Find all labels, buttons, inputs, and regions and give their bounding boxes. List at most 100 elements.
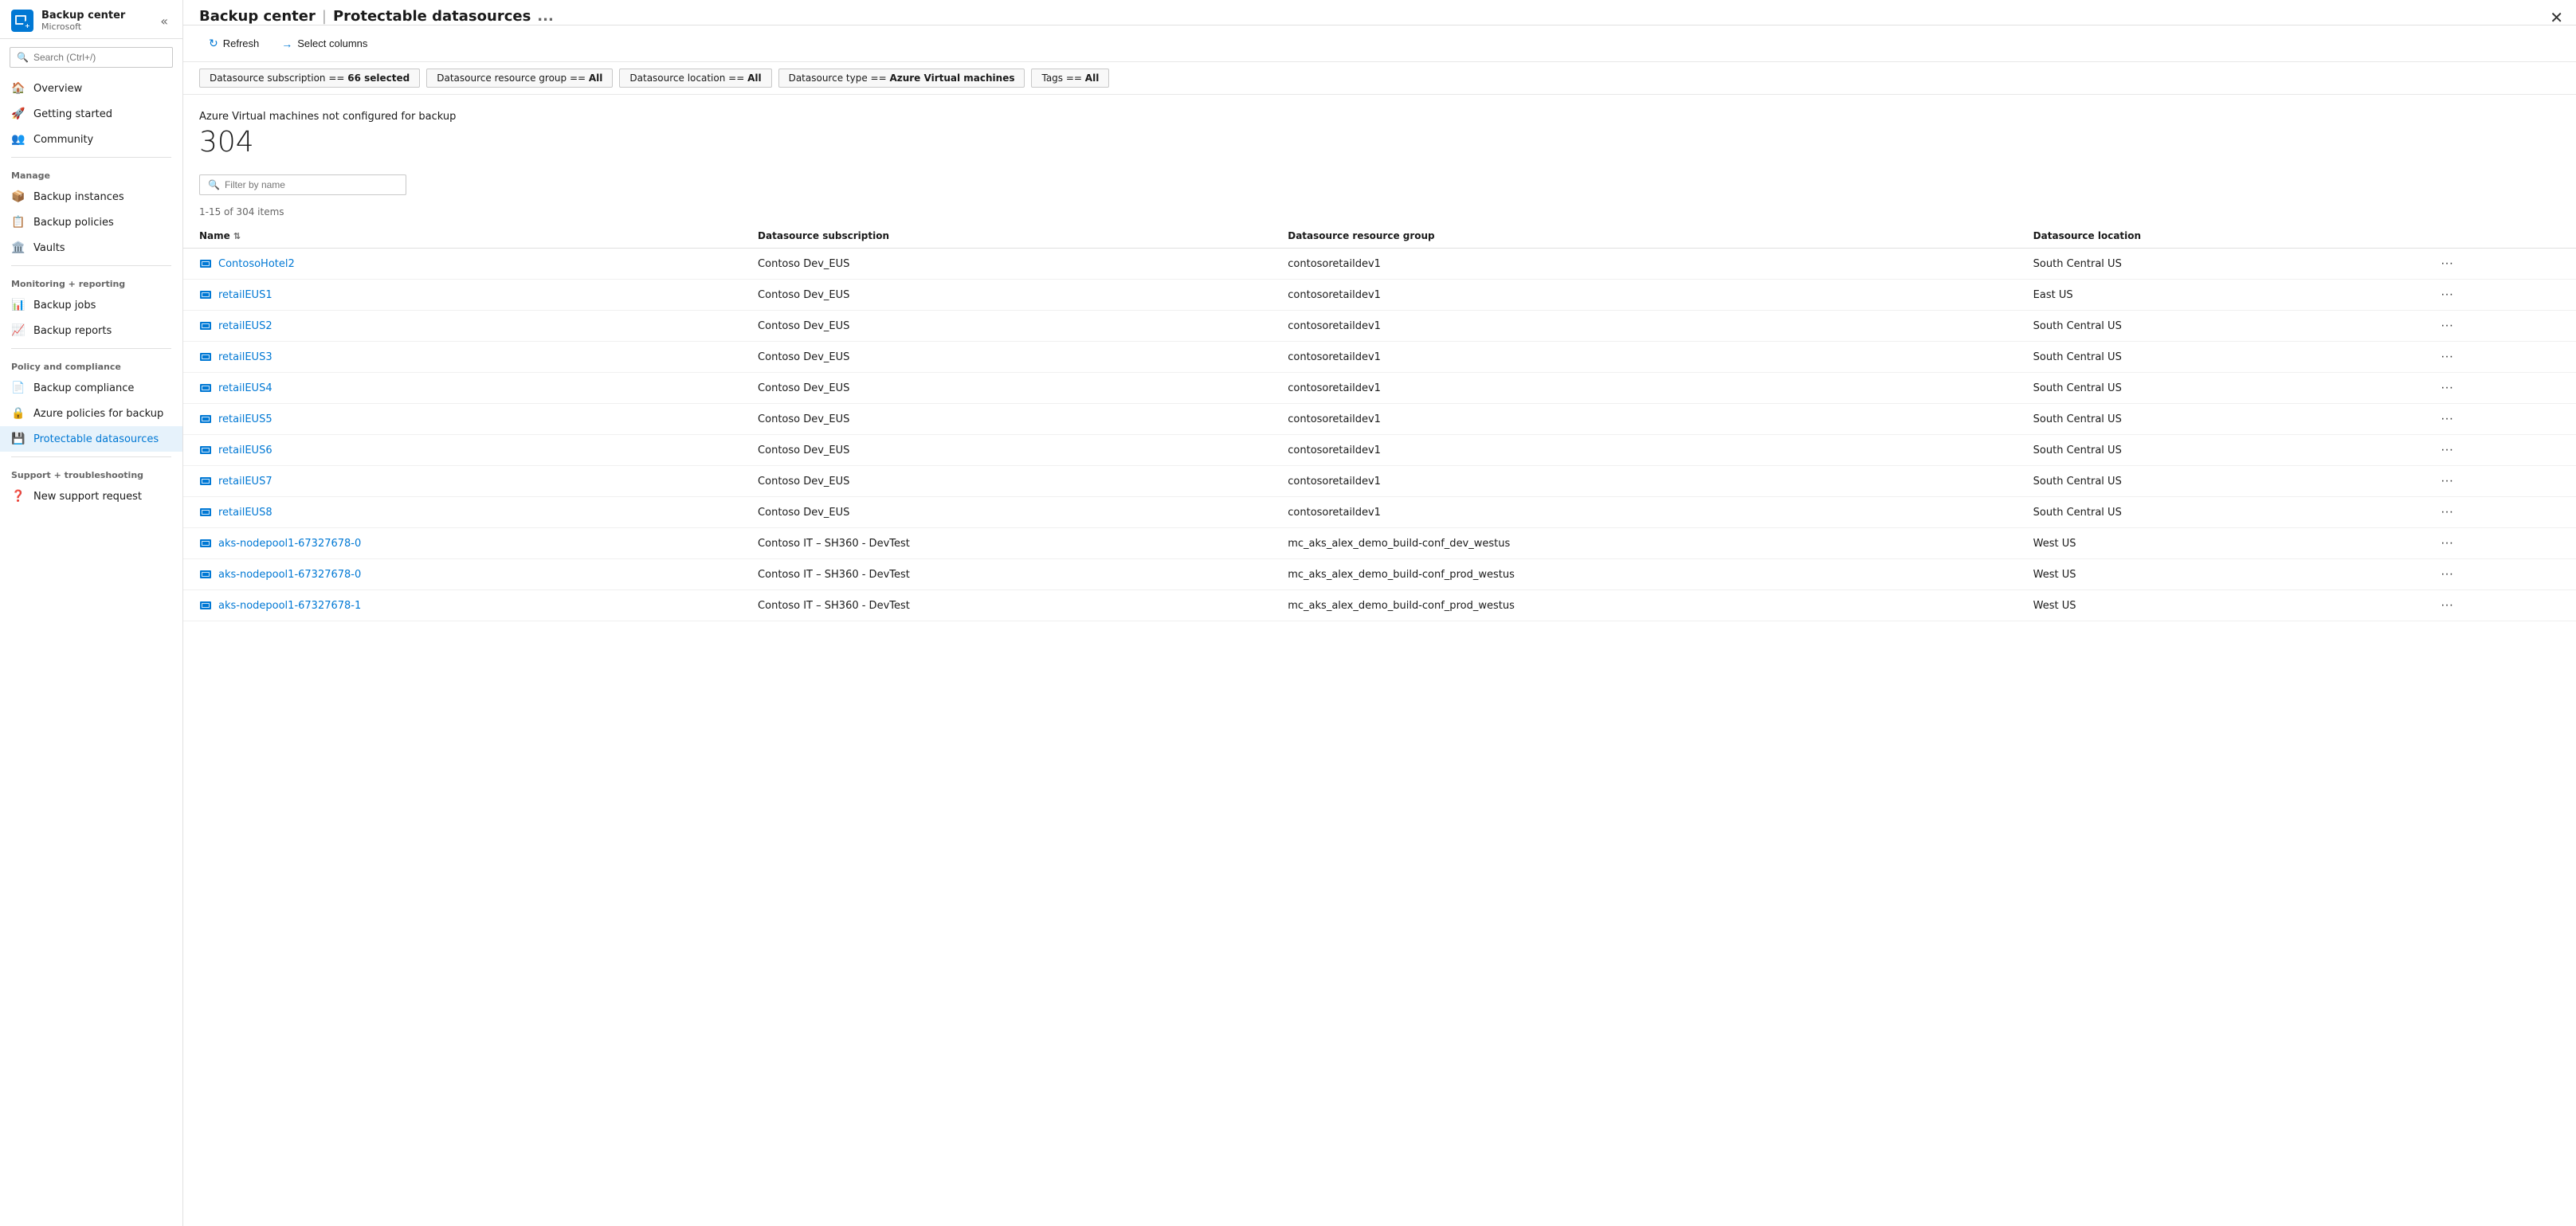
cell-name: retailEUS7 <box>183 466 742 497</box>
cell-resource-group: contosoretaildev1 <box>1272 280 2017 311</box>
sidebar-title-block: Backup center Microsoft <box>41 10 157 32</box>
filter-pill-subscription[interactable]: Datasource subscription == 66 selected <box>199 69 420 88</box>
sidebar-item-overview[interactable]: 🏠Overview <box>0 76 182 101</box>
sidebar-item-backup-compliance[interactable]: 📄Backup compliance <box>0 375 182 401</box>
nav-divider <box>11 265 171 266</box>
filter-pill-location[interactable]: Datasource location == All <box>619 69 771 88</box>
app-icon: + <box>11 10 33 32</box>
nav-sections: Manage📦Backup instances📋Backup policies🏛… <box>0 152 182 509</box>
sidebar-item-backup-reports[interactable]: 📈Backup reports <box>0 318 182 343</box>
row-actions-button[interactable]: ··· <box>2436 255 2458 272</box>
cell-subscription: Contoso Dev_EUS <box>742 497 1272 528</box>
cell-name: aks-nodepool1-67327678-1 <box>183 590 742 621</box>
nav-icon-overview: 🏠 <box>11 81 25 96</box>
filter-pill-resource_group[interactable]: Datasource resource group == All <box>426 69 613 88</box>
cell-subscription: Contoso Dev_EUS <box>742 404 1272 435</box>
row-actions-button[interactable]: ··· <box>2436 535 2458 552</box>
summary-section: Azure Virtual machines not configured fo… <box>183 95 2576 166</box>
summary-count: 304 <box>199 126 2560 159</box>
select-columns-icon: → <box>281 37 292 50</box>
filter-input-box[interactable]: 🔍 <box>199 174 406 195</box>
cell-resource-group: mc_aks_alex_demo_build-conf_dev_westus <box>1272 528 2017 559</box>
sidebar-item-protectable-datasources[interactable]: 💾Protectable datasources <box>0 426 182 452</box>
row-actions-button[interactable]: ··· <box>2436 348 2458 366</box>
cell-subscription: Contoso Dev_EUS <box>742 342 1272 373</box>
sidebar-item-vaults[interactable]: 🏛️Vaults <box>0 235 182 260</box>
cell-name: retailEUS2 <box>183 311 742 342</box>
vm-icon <box>199 382 212 394</box>
cell-location: South Central US <box>2017 249 2420 280</box>
row-actions-button[interactable]: ··· <box>2436 286 2458 304</box>
filter-pill-type[interactable]: Datasource type == Azure Virtual machine… <box>778 69 1025 88</box>
main-header: Backup center | Protectable datasources … <box>183 0 2576 25</box>
collapse-sidebar-button[interactable]: « <box>157 10 171 32</box>
row-actions-button[interactable]: ··· <box>2436 566 2458 583</box>
vm-icon <box>199 506 212 519</box>
sidebar: + Backup center Microsoft « 🔍 🏠Overview🚀… <box>0 0 183 1226</box>
table-row: aks-nodepool1-67327678-0 Contoso IT – SH… <box>183 528 2576 559</box>
search-icon: 🔍 <box>17 52 29 63</box>
cell-actions: ··· <box>2420 404 2576 435</box>
search-input[interactable] <box>33 52 166 63</box>
table-row: retailEUS8 Contoso Dev_EUScontosoretaild… <box>183 497 2576 528</box>
cell-resource-group: contosoretaildev1 <box>1272 373 2017 404</box>
page-title: Backup center | Protectable datasources … <box>199 8 2560 25</box>
row-actions-button[interactable]: ··· <box>2436 410 2458 428</box>
row-actions-button[interactable]: ··· <box>2436 597 2458 614</box>
select-columns-button[interactable]: → Select columns <box>272 33 377 55</box>
sidebar-header: + Backup center Microsoft « <box>0 0 182 39</box>
sidebar-item-community[interactable]: 👥Community <box>0 127 182 152</box>
sidebar-item-backup-instances[interactable]: 📦Backup instances <box>0 184 182 210</box>
row-actions-button[interactable]: ··· <box>2436 379 2458 397</box>
cell-name: aks-nodepool1-67327678-0 <box>183 559 742 590</box>
row-actions-button[interactable]: ··· <box>2436 317 2458 335</box>
vm-icon <box>199 475 212 488</box>
row-actions-button[interactable]: ··· <box>2436 472 2458 490</box>
col-header-resource_group: Datasource resource group <box>1272 224 2017 249</box>
filter-input-row: 🔍 <box>183 166 2576 203</box>
vm-icon <box>199 319 212 332</box>
nav-icon-backup-policies: 📋 <box>11 215 25 229</box>
nav-icon-new-support-request: ❓ <box>11 489 25 503</box>
nav-section-label: Support + troubleshooting <box>0 462 182 484</box>
title-ellipsis-button[interactable]: ... <box>537 8 554 25</box>
filter-by-name-input[interactable] <box>225 179 398 190</box>
sidebar-item-new-support-request[interactable]: ❓New support request <box>0 484 182 509</box>
sidebar-app-title: Backup center <box>41 10 157 22</box>
vm-icon <box>199 599 212 612</box>
cell-name: retailEUS3 <box>183 342 742 373</box>
cell-name: retailEUS5 <box>183 404 742 435</box>
refresh-button[interactable]: ↻ Refresh <box>199 32 269 55</box>
cell-name: retailEUS1 <box>183 280 742 311</box>
nav-icon-backup-instances: 📦 <box>11 190 25 204</box>
table-row: aks-nodepool1-67327678-0 Contoso IT – SH… <box>183 559 2576 590</box>
row-actions-button[interactable]: ··· <box>2436 503 2458 521</box>
sidebar-item-azure-policies[interactable]: 🔒Azure policies for backup <box>0 401 182 426</box>
nav-icon-backup-reports: 📈 <box>11 323 25 338</box>
cell-location: South Central US <box>2017 373 2420 404</box>
select-columns-label: Select columns <box>297 37 367 49</box>
cell-location: South Central US <box>2017 497 2420 528</box>
table-row: retailEUS3 Contoso Dev_EUScontosoretaild… <box>183 342 2576 373</box>
filter-pill-tags[interactable]: Tags == All <box>1031 69 1109 88</box>
row-actions-button[interactable]: ··· <box>2436 441 2458 459</box>
sidebar-item-backup-policies[interactable]: 📋Backup policies <box>0 210 182 235</box>
content-area: Azure Virtual machines not configured fo… <box>183 95 2576 1226</box>
sidebar-item-backup-jobs[interactable]: 📊Backup jobs <box>0 292 182 318</box>
col-header-location: Datasource location <box>2017 224 2420 249</box>
svg-text:+: + <box>25 22 30 29</box>
table-header: Name⇅Datasource subscriptionDatasource r… <box>183 224 2576 249</box>
items-count: 1-15 of 304 items <box>183 203 2576 224</box>
cell-actions: ··· <box>2420 497 2576 528</box>
cell-subscription: Contoso Dev_EUS <box>742 311 1272 342</box>
summary-label: Azure Virtual machines not configured fo… <box>199 111 2560 123</box>
sidebar-item-getting-started[interactable]: 🚀Getting started <box>0 101 182 127</box>
cell-subscription: Contoso Dev_EUS <box>742 435 1272 466</box>
col-header-name[interactable]: Name⇅ <box>183 224 742 249</box>
cell-actions: ··· <box>2420 342 2576 373</box>
cell-location: South Central US <box>2017 342 2420 373</box>
col-header-actions <box>2420 224 2576 249</box>
nav-icon-backup-jobs: 📊 <box>11 298 25 312</box>
search-box[interactable]: 🔍 <box>10 47 173 68</box>
close-button[interactable]: ✕ <box>2550 8 2563 28</box>
